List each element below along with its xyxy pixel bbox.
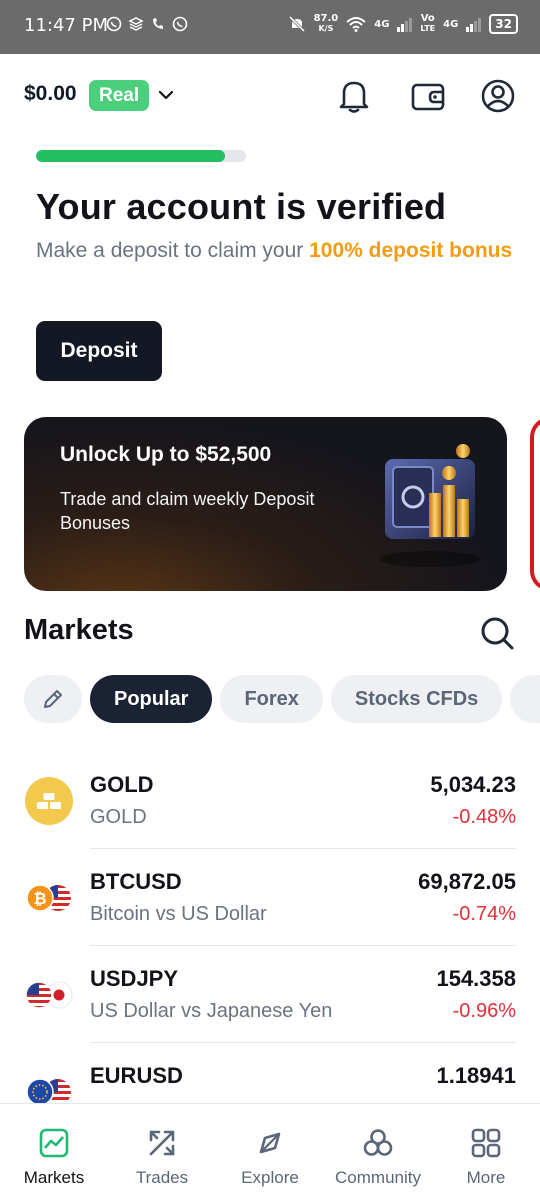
bonus-highlight[interactable]: 100% deposit bonus bbox=[309, 239, 512, 262]
market-list: GOLD GOLD 5,034.23 -0.48% ₿ BTCUSD Bitco… bbox=[0, 752, 540, 1140]
nav-label: Trades bbox=[135, 1168, 189, 1187]
community-icon bbox=[363, 1129, 393, 1156]
status-bar: 11:47 PM 87.0 K/S 4G Vo LTE 4G 32 bbox=[0, 0, 540, 54]
net-speed-value: 87.0 bbox=[313, 13, 339, 24]
nav-markets[interactable]: Markets bbox=[0, 1104, 108, 1200]
user-avatar-icon bbox=[481, 79, 515, 113]
net-speed: 87.0 K/S bbox=[314, 14, 339, 34]
grid-icon bbox=[471, 1128, 501, 1158]
network-type-1: 4G bbox=[374, 18, 390, 30]
wifi-icon bbox=[346, 17, 366, 32]
market-row-usdjpy[interactable]: USDJPY US Dollar vs Japanese Yen 154.358… bbox=[0, 946, 540, 1043]
nav-community[interactable]: Community bbox=[324, 1104, 432, 1200]
chevron-down-icon[interactable] bbox=[158, 88, 174, 102]
verification-progress-bar bbox=[36, 150, 246, 162]
signal-icon-2 bbox=[466, 16, 482, 32]
status-time: 11:47 PM bbox=[24, 15, 108, 36]
compass-icon bbox=[259, 1132, 281, 1154]
chart-icon bbox=[39, 1128, 69, 1158]
market-price: 69,872.05 bbox=[418, 869, 516, 894]
bell-icon bbox=[339, 81, 369, 113]
network-type-2: 4G bbox=[443, 18, 459, 30]
markets-search-button[interactable] bbox=[478, 614, 516, 652]
notification-icons bbox=[106, 16, 188, 32]
market-symbol: EURUSD bbox=[90, 1063, 183, 1088]
missed-call-icon bbox=[153, 18, 163, 29]
chip-more-peek[interactable] bbox=[510, 675, 540, 723]
gold-bars-icon bbox=[25, 777, 73, 825]
battery-indicator: 32 bbox=[489, 14, 518, 34]
account-type-badge[interactable]: Real bbox=[89, 80, 150, 111]
market-name: Bitcoin vs US Dollar bbox=[90, 903, 267, 925]
market-price: 5,034.23 bbox=[430, 772, 516, 797]
nav-trades[interactable]: Trades bbox=[108, 1104, 216, 1200]
volte-top: Vo bbox=[420, 13, 435, 24]
market-change: -0.96% bbox=[452, 1000, 516, 1022]
promo-text: Trade and claim weekly Deposit Bonuses bbox=[60, 489, 315, 533]
whatsapp-icon bbox=[106, 16, 122, 32]
search-icon bbox=[481, 617, 514, 650]
promo-title: Unlock Up to $52,500 bbox=[60, 443, 272, 466]
usd-jpy-flag-icon bbox=[25, 981, 73, 1009]
chip-stocks-cfds[interactable]: Stocks CFDs bbox=[330, 675, 503, 723]
promo-banner[interactable]: Unlock Up to $52,500 Trade and claim wee… bbox=[24, 417, 507, 591]
market-price: 154.358 bbox=[436, 966, 516, 991]
wallet-icon bbox=[411, 83, 445, 111]
subtitle-text: Make a deposit to claim your bbox=[36, 239, 310, 262]
nav-label: Community bbox=[335, 1168, 421, 1187]
verified-title: Your account is verified bbox=[36, 186, 447, 227]
nav-more[interactable]: More bbox=[432, 1104, 540, 1200]
market-row-gold[interactable]: GOLD GOLD 5,034.23 -0.48% bbox=[0, 752, 540, 849]
account-balance[interactable]: $0.00 bbox=[24, 82, 77, 106]
chip-forex[interactable]: Forex bbox=[220, 675, 323, 723]
app-header: $0.00 Real bbox=[0, 54, 540, 138]
verified-subtitle: Make a deposit to claim your 100% deposi… bbox=[36, 236, 516, 266]
app-notification-icon bbox=[128, 17, 144, 31]
mute-icon bbox=[288, 15, 305, 33]
volte-bottom: LTE bbox=[420, 24, 436, 33]
net-speed-unit: K/S bbox=[318, 24, 334, 33]
market-change: -0.48% bbox=[452, 806, 516, 828]
nav-explore[interactable]: Explore bbox=[216, 1104, 324, 1200]
market-row-btcusd[interactable]: ₿ BTCUSD Bitcoin vs US Dollar 69,872.05 … bbox=[0, 849, 540, 946]
bitcoin-usd-flag-icon: ₿ bbox=[26, 884, 71, 912]
arrows-icon bbox=[149, 1130, 175, 1156]
market-name: US Dollar vs Japanese Yen bbox=[90, 1000, 333, 1022]
wallet-button[interactable] bbox=[408, 76, 448, 116]
market-change: -0.74% bbox=[452, 903, 516, 925]
whatsapp-icon-2 bbox=[172, 16, 188, 32]
deposit-button[interactable]: Deposit bbox=[36, 321, 162, 381]
market-name: GOLD bbox=[90, 806, 147, 828]
progress-fill bbox=[36, 150, 225, 162]
nav-label: Markets bbox=[23, 1168, 85, 1187]
market-symbol: GOLD bbox=[90, 772, 154, 797]
market-category-chips: Popular Forex Stocks CFDs bbox=[24, 675, 540, 723]
nav-label: More bbox=[466, 1168, 506, 1187]
next-promo-peek[interactable] bbox=[530, 417, 540, 591]
market-symbol: BTCUSD bbox=[90, 869, 182, 894]
market-symbol: USDJPY bbox=[90, 966, 179, 991]
volte-indicator: Vo LTE bbox=[420, 14, 435, 34]
vault-coins-illustration bbox=[380, 444, 480, 567]
bottom-navigation: Markets Trades Explore Community More bbox=[0, 1103, 540, 1200]
market-price: 1.18941 bbox=[436, 1063, 516, 1088]
svg-text:₿: ₿ bbox=[33, 889, 46, 908]
nav-label: Explore bbox=[241, 1168, 299, 1187]
chip-popular[interactable]: Popular bbox=[90, 675, 213, 723]
system-status: 87.0 K/S 4G Vo LTE 4G 32 bbox=[288, 14, 518, 34]
markets-title: Markets bbox=[24, 614, 134, 646]
edit-categories-button[interactable] bbox=[24, 675, 82, 723]
pencil-icon bbox=[44, 690, 62, 708]
signal-icon-1 bbox=[397, 16, 413, 32]
profile-button[interactable] bbox=[478, 76, 518, 116]
notifications-button[interactable] bbox=[334, 76, 374, 116]
